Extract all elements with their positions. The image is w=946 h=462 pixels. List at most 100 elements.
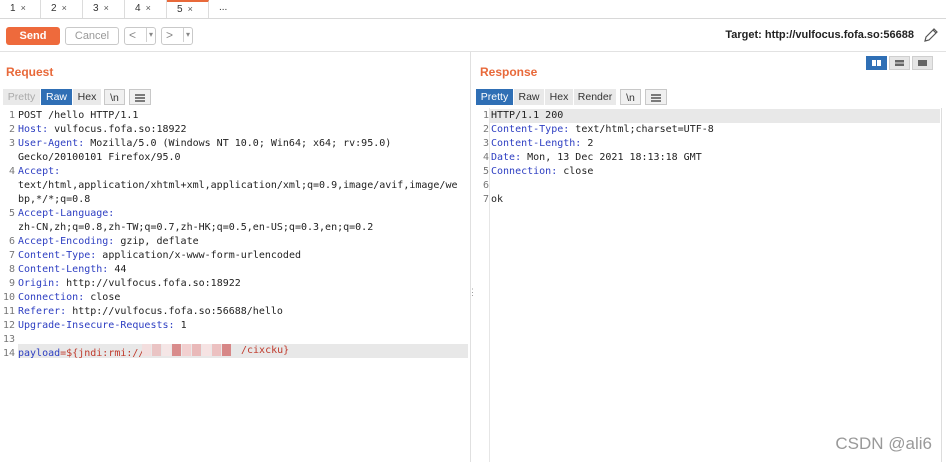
close-icon[interactable]: ×: [104, 3, 109, 13]
tab-label: 1: [10, 3, 16, 14]
tab-hex[interactable]: Hex: [73, 89, 101, 105]
header-name: Date:: [491, 152, 522, 163]
line-text: POST /hello HTTP/1.1: [18, 109, 138, 123]
response-editor[interactable]: 1 HTTP/1.1 200 2 Content-Type: text/html;ch…: [476, 109, 940, 459]
tab-1[interactable]: 1 ×: [0, 0, 41, 18]
menu-icon[interactable]: [645, 89, 667, 105]
line-number: 2: [482, 124, 489, 135]
header-value: close: [84, 292, 121, 303]
layout-single-icon[interactable]: [912, 56, 933, 70]
request-view-tabs: Pretty Raw Hex \n: [3, 89, 153, 105]
forward-button[interactable]: > ▾: [161, 27, 193, 45]
tab-render[interactable]: Render: [574, 89, 616, 105]
header-name: Accept:: [18, 166, 61, 177]
tab-newline[interactable]: \n: [104, 89, 125, 105]
line-text: Gecko/20100101 Firefox/95.0: [18, 151, 181, 165]
line-number: 6: [482, 180, 489, 191]
tab-raw[interactable]: Raw: [514, 89, 544, 105]
tab-pretty[interactable]: Pretty: [3, 89, 40, 105]
header-value: text/html;charset=UTF-8: [569, 124, 714, 135]
header-name: Content-Length:: [18, 264, 109, 275]
line-text: Content-Length: 44: [18, 263, 126, 277]
resize-handle-icon[interactable]: ⋮: [468, 288, 477, 297]
layout-stacked-icon[interactable]: [889, 56, 910, 70]
layout-split-icon[interactable]: [866, 56, 887, 70]
menu-icon[interactable]: [129, 89, 151, 105]
line-number: 6: [8, 236, 15, 247]
tab-newline[interactable]: \n: [620, 89, 641, 105]
tab-3[interactable]: 3 ×: [83, 0, 125, 18]
tab-2[interactable]: 2 ×: [41, 0, 83, 18]
tab-5[interactable]: 5 ×: [167, 0, 209, 18]
header-value: Gecko/20100101 Firefox/95.0: [18, 152, 181, 163]
header-name: payload: [18, 348, 61, 359]
chevron-down-icon[interactable]: ▾: [145, 28, 153, 42]
header-name: Connection:: [18, 292, 85, 303]
tab-label: 2: [51, 3, 57, 14]
header-value: http://vulfocus.fofa.so:18922: [60, 278, 241, 289]
line-text: Content-Type: application/x-www-form-url…: [18, 249, 301, 263]
line-number: 2: [8, 124, 15, 135]
line-text: bp,*/*;q=0.8: [18, 193, 90, 207]
close-icon[interactable]: ×: [21, 3, 26, 13]
line-text: Content-Type: text/html;charset=UTF-8: [491, 123, 714, 137]
redacted-payload-host: [142, 344, 232, 358]
target-label: Target: http://vulfocus.fofa.so:56688: [725, 29, 914, 41]
layout-switcher: [866, 56, 934, 70]
chevron-right-icon: >: [166, 28, 174, 42]
header-name: Content-Length:: [491, 138, 582, 149]
request-editor[interactable]: 1 POST /hello HTTP/1.1 2 Host: vulfocus.fof…: [2, 109, 468, 459]
back-button[interactable]: < ▾: [124, 27, 156, 45]
chevron-left-icon: <: [129, 28, 137, 42]
tab-4[interactable]: 4 ×: [125, 0, 167, 18]
header-value: vulfocus.fofa.so:18922: [48, 124, 187, 135]
line-number: 5: [8, 208, 15, 219]
line-number: 4: [8, 166, 15, 177]
toolbar: Send Cancel < ▾ > ▾ Target: http://vulfo…: [0, 19, 946, 52]
header-value: text/html,application/xhtml+xml,applicat…: [18, 180, 458, 191]
tab-label: 5: [177, 4, 183, 15]
edit-pencil-icon[interactable]: [922, 26, 940, 44]
line-text: Origin: http://vulfocus.fofa.so:18922: [18, 277, 241, 291]
line-text: Accept-Language:: [18, 207, 114, 221]
line-number: 11: [2, 306, 15, 317]
line-number: 13: [2, 334, 15, 345]
cancel-button[interactable]: Cancel: [65, 27, 119, 45]
close-icon[interactable]: ×: [146, 3, 151, 13]
line-text: User-Agent: Mozilla/5.0 (Windows NT 10.0…: [18, 137, 391, 151]
header-name: Content-Type:: [491, 124, 570, 135]
header-value: bp,*/*;q=0.8: [18, 194, 91, 205]
line-number: 5: [482, 166, 489, 177]
header-name: Connection:: [491, 166, 558, 177]
tab-pretty[interactable]: Pretty: [476, 89, 513, 105]
line-text: text/html,application/xhtml+xml,applicat…: [18, 179, 458, 193]
line-number: 10: [2, 292, 15, 303]
response-scrollbar[interactable]: [941, 108, 942, 462]
header-name: User-Agent:: [18, 138, 85, 149]
tab-more[interactable]: ...: [209, 0, 239, 18]
payload-tail: /cixcku}: [241, 345, 290, 356]
send-button[interactable]: Send: [6, 27, 60, 45]
header-value: 1: [174, 320, 187, 331]
panel-divider[interactable]: [470, 52, 471, 462]
header-name: Referer:: [18, 306, 67, 317]
line-number: 12: [2, 320, 15, 331]
tab-raw[interactable]: Raw: [41, 89, 72, 105]
header-value: Mozilla/5.0 (Windows NT 10.0; Win64; x64…: [84, 138, 392, 149]
tab-label: 4: [135, 3, 141, 14]
line-text: Referer: http://vulfocus.fofa.so:56688/h…: [18, 305, 283, 319]
tab-hex[interactable]: Hex: [545, 89, 573, 105]
header-name: Origin:: [18, 278, 61, 289]
line-text: Connection: close: [18, 291, 120, 305]
line-number: 4: [482, 152, 489, 163]
line-text: zh-CN,zh;q=0.8,zh-TW;q=0.7,zh-HK;q=0.5,e…: [18, 221, 373, 235]
header-value: ok: [491, 194, 504, 205]
close-icon[interactable]: ×: [62, 3, 67, 13]
header-name: Accept-Encoding:: [18, 236, 115, 247]
watermark: CSDN @ali6: [835, 434, 932, 453]
line-number: 7: [8, 250, 15, 261]
line-number: 14: [2, 348, 15, 359]
line-text: Content-Length: 2: [491, 137, 593, 151]
close-icon[interactable]: ×: [188, 4, 193, 14]
chevron-down-icon[interactable]: ▾: [182, 28, 190, 42]
